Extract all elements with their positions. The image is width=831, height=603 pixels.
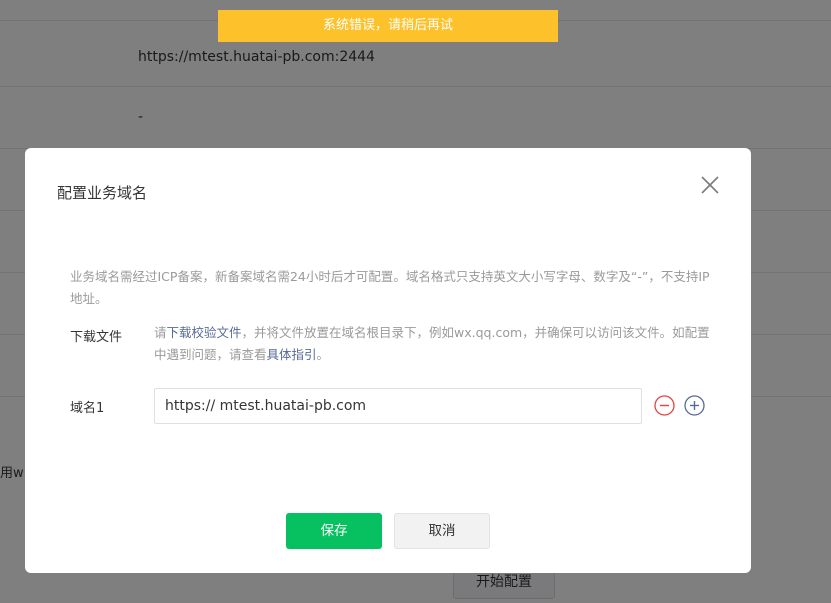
dialog-title: 配置业务域名 [57,184,148,202]
download-instructions: 请下载校验文件，并将文件放置在域名根目录下，例如wx.qq.com，并确保可以访… [154,322,714,366]
error-toast: 系统错误，请稍后再试 [218,10,558,42]
add-domain-icon[interactable] [684,395,705,416]
download-verify-file-link[interactable]: 下载校验文件 [167,325,242,340]
domain-config-dialog: 配置业务域名 业务域名需经过ICP备案，新备案域名需24小时后才可配置。域名格式… [25,148,751,573]
remove-domain-icon[interactable] [654,395,675,416]
save-button[interactable]: 保存 [286,513,382,549]
close-icon[interactable] [699,174,721,196]
domain-label: 域名1 [70,401,105,416]
download-text-prefix: 请 [154,325,167,340]
cancel-button[interactable]: 取消 [394,513,490,549]
dialog-description: 业务域名需经过ICP备案，新备案域名需24小时后才可配置。域名格式只支持英文大小… [70,269,710,306]
domain-input[interactable]: https:// mtest.huatai-pb.com [154,388,642,424]
download-label: 下载文件 [70,330,123,345]
download-text-suffix: 。 [316,347,330,362]
guide-link[interactable]: 具体指引 [267,347,317,362]
